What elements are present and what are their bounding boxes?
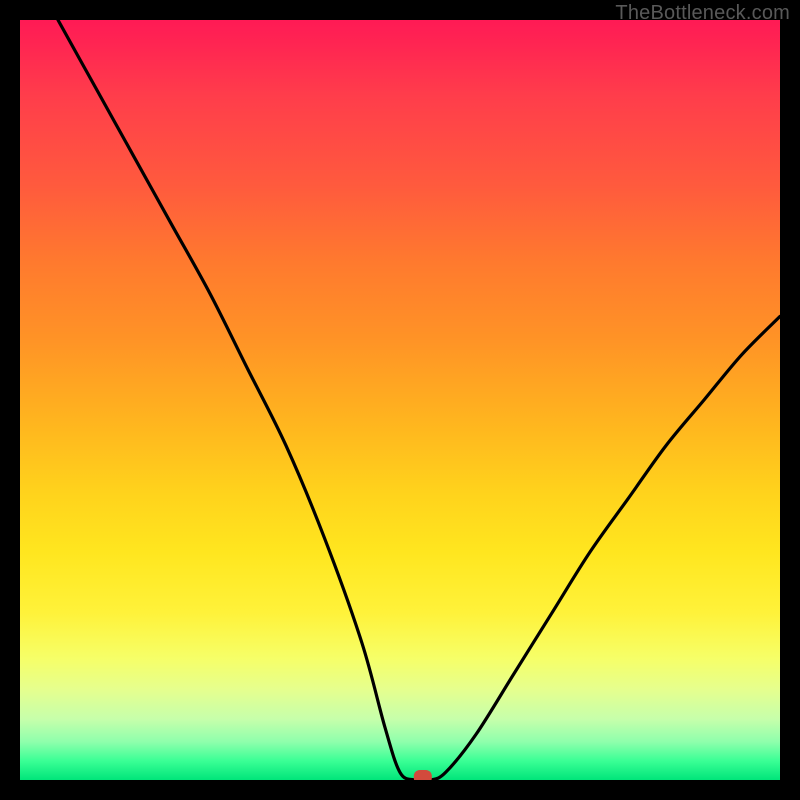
plot-area [20,20,780,780]
bottleneck-curve [58,20,780,780]
curve-layer [20,20,780,780]
watermark-text: TheBottleneck.com [615,2,790,25]
chart-frame: TheBottleneck.com [0,0,800,800]
optimum-marker [414,770,432,780]
